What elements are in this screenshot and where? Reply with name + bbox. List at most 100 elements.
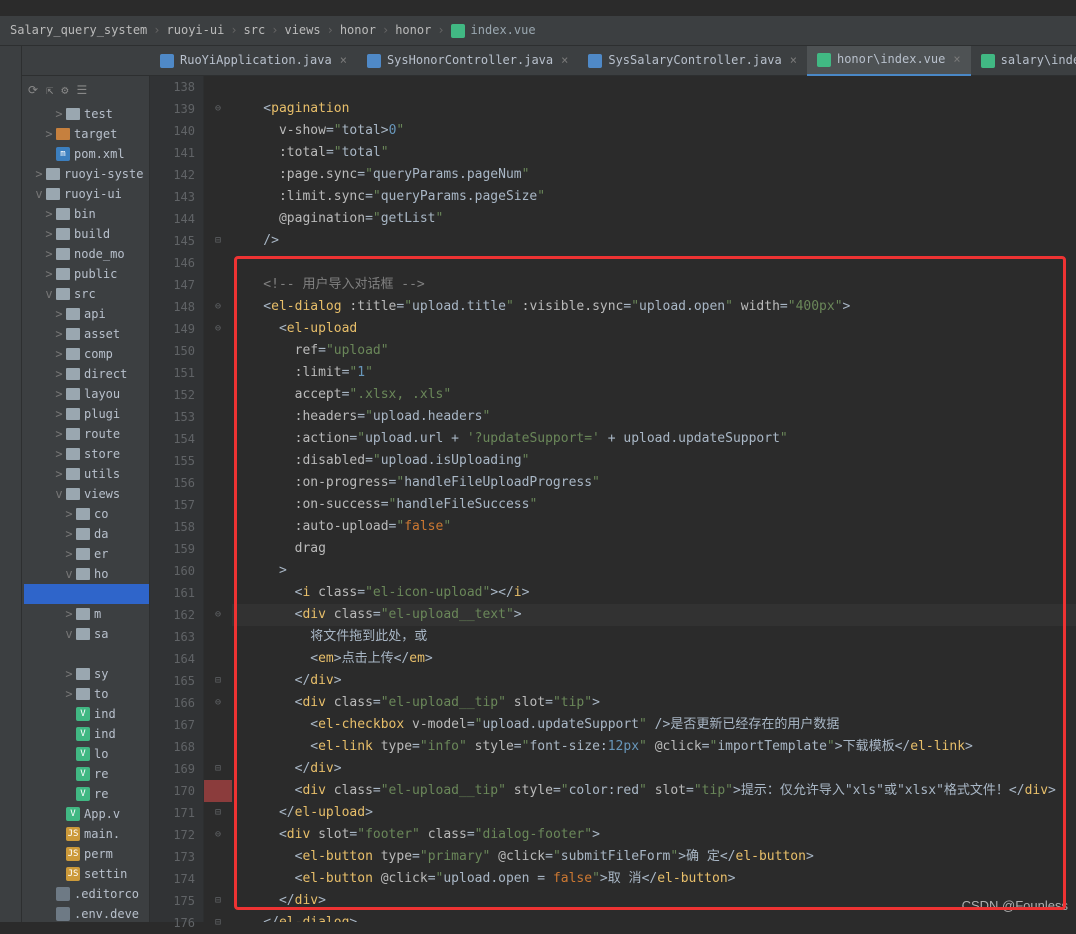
line-number[interactable]: 150 [158,340,195,362]
tree-row[interactable]: >to [24,684,149,704]
tree-row[interactable]: >store [24,444,149,464]
tree-row[interactable]: >route [24,424,149,444]
tree-row[interactable]: >sy [24,664,149,684]
fold-mark[interactable] [204,494,232,516]
fold-mark[interactable] [204,252,232,274]
sync-icon[interactable]: ⟳ [28,81,38,100]
tree-row[interactable]: >asset [24,324,149,344]
fold-mark[interactable] [204,582,232,604]
fold-mark[interactable] [204,76,232,98]
code-line[interactable]: :disabled="upload.isUploading" [232,450,1076,472]
code-line[interactable]: <div slot="footer" class="dialog-footer"… [232,824,1076,846]
expand-icon[interactable]: > [64,545,74,564]
line-number[interactable]: 145 [158,230,195,252]
tree-row[interactable]: vviews [24,484,149,504]
fold-mark[interactable]: ⊟ [204,670,232,692]
line-number[interactable]: 167 [158,714,195,736]
line-number[interactable]: 171 [158,802,195,824]
tab-1[interactable]: SysHonorController.java× [357,46,578,76]
tree-row[interactable]: >target [24,124,149,144]
tree-row[interactable]: >api [24,304,149,324]
line-number[interactable]: 165 [158,670,195,692]
crumb-2[interactable]: src [244,21,266,40]
expand-icon[interactable]: > [54,325,64,344]
fold-mark[interactable] [204,780,232,802]
fold-mark[interactable]: ⊟ [204,890,232,912]
line-number[interactable]: 152 [158,384,195,406]
expand-icon[interactable]: > [64,685,74,704]
code-line[interactable]: :total="total" [232,142,1076,164]
line-number[interactable]: 158 [158,516,195,538]
collapse-icon[interactable]: ⇱ [46,81,53,100]
tree-row[interactable]: vsa [24,624,149,644]
line-number[interactable]: 155 [158,450,195,472]
code-line[interactable]: :on-success="handleFileSuccess" [232,494,1076,516]
tree-row[interactable]: >ruoyi-syste [24,164,149,184]
gear-icon[interactable]: ⚙ [61,81,68,100]
fold-mark[interactable]: ⊖ [204,692,232,714]
tree-row[interactable]: >test [24,104,149,124]
expand-icon[interactable]: > [44,225,54,244]
tree-row[interactable]: VApp.v [24,804,149,824]
line-number-gutter[interactable]: 1381391401411421431441451461471481491501… [150,76,204,922]
expand-icon[interactable]: > [44,265,54,284]
project-tree[interactable]: ⟳ ⇱ ⚙ ☰ >test>targetmpom.xml>ruoyi-syste… [22,76,150,922]
bookmark-icon[interactable]: ☰ [77,81,88,100]
line-number[interactable]: 166 [158,692,195,714]
line-number[interactable]: 162 [158,604,195,626]
line-number[interactable]: 170 [158,780,195,802]
fold-mark[interactable] [204,186,232,208]
tree-row[interactable]: Vre [24,784,149,804]
code-line[interactable]: v-show="total>0" [232,120,1076,142]
fold-mark[interactable] [204,120,232,142]
tree-row[interactable]: JSmain. [24,824,149,844]
tree-row[interactable] [24,644,149,664]
line-number[interactable]: 153 [158,406,195,428]
code-line[interactable]: </el-dialog> [232,912,1076,922]
code-line[interactable]: <div class="el-upload__text"> [232,604,1076,626]
fold-mark[interactable]: ⊖ [204,296,232,318]
line-number[interactable]: 159 [158,538,195,560]
tree-row[interactable]: vruoyi-ui [24,184,149,204]
code-line[interactable]: <el-dialog :title="upload.title" :visibl… [232,296,1076,318]
fold-mark[interactable] [204,560,232,582]
line-number[interactable]: 143 [158,186,195,208]
close-icon[interactable]: × [561,51,568,70]
tree-row[interactable]: vsrc [24,284,149,304]
close-icon[interactable]: × [790,51,797,70]
tool-window-strip[interactable] [0,46,22,922]
line-number[interactable]: 174 [158,868,195,890]
expand-icon[interactable]: v [54,485,64,504]
expand-icon[interactable]: > [64,525,74,544]
line-number[interactable]: 175 [158,890,195,912]
fold-mark[interactable]: ⊟ [204,230,232,252]
code-line[interactable]: /> [232,230,1076,252]
code-line[interactable]: </div> [232,890,1076,912]
code-editor[interactable]: <pagination v-show="total>0" :total="tot… [232,76,1076,922]
expand-icon[interactable]: v [44,285,54,304]
line-number[interactable]: 146 [158,252,195,274]
line-number[interactable]: 154 [158,428,195,450]
code-line[interactable]: <el-checkbox v-model="upload.updateSuppo… [232,714,1076,736]
expand-icon[interactable]: > [44,245,54,264]
tree-row[interactable]: vho [24,564,149,584]
fold-mark[interactable] [204,450,232,472]
code-line[interactable] [232,252,1076,274]
crumb-3[interactable]: views [284,21,320,40]
tree-row[interactable]: >bin [24,204,149,224]
line-number[interactable]: 172 [158,824,195,846]
code-line[interactable]: <el-upload [232,318,1076,340]
expand-icon[interactable]: > [64,605,74,624]
expand-icon[interactable]: > [44,205,54,224]
fold-mark[interactable]: ⊟ [204,912,232,934]
crumb-1[interactable]: ruoyi-ui [167,21,225,40]
line-number[interactable]: 160 [158,560,195,582]
line-number[interactable]: 164 [158,648,195,670]
fold-mark[interactable] [204,142,232,164]
code-line[interactable]: 将文件拖到此处，或 [232,626,1076,648]
line-number[interactable]: 144 [158,208,195,230]
fold-mark[interactable] [204,626,232,648]
tree-row[interactable]: >da [24,524,149,544]
tree-row[interactable]: >utils [24,464,149,484]
line-number[interactable]: 173 [158,846,195,868]
